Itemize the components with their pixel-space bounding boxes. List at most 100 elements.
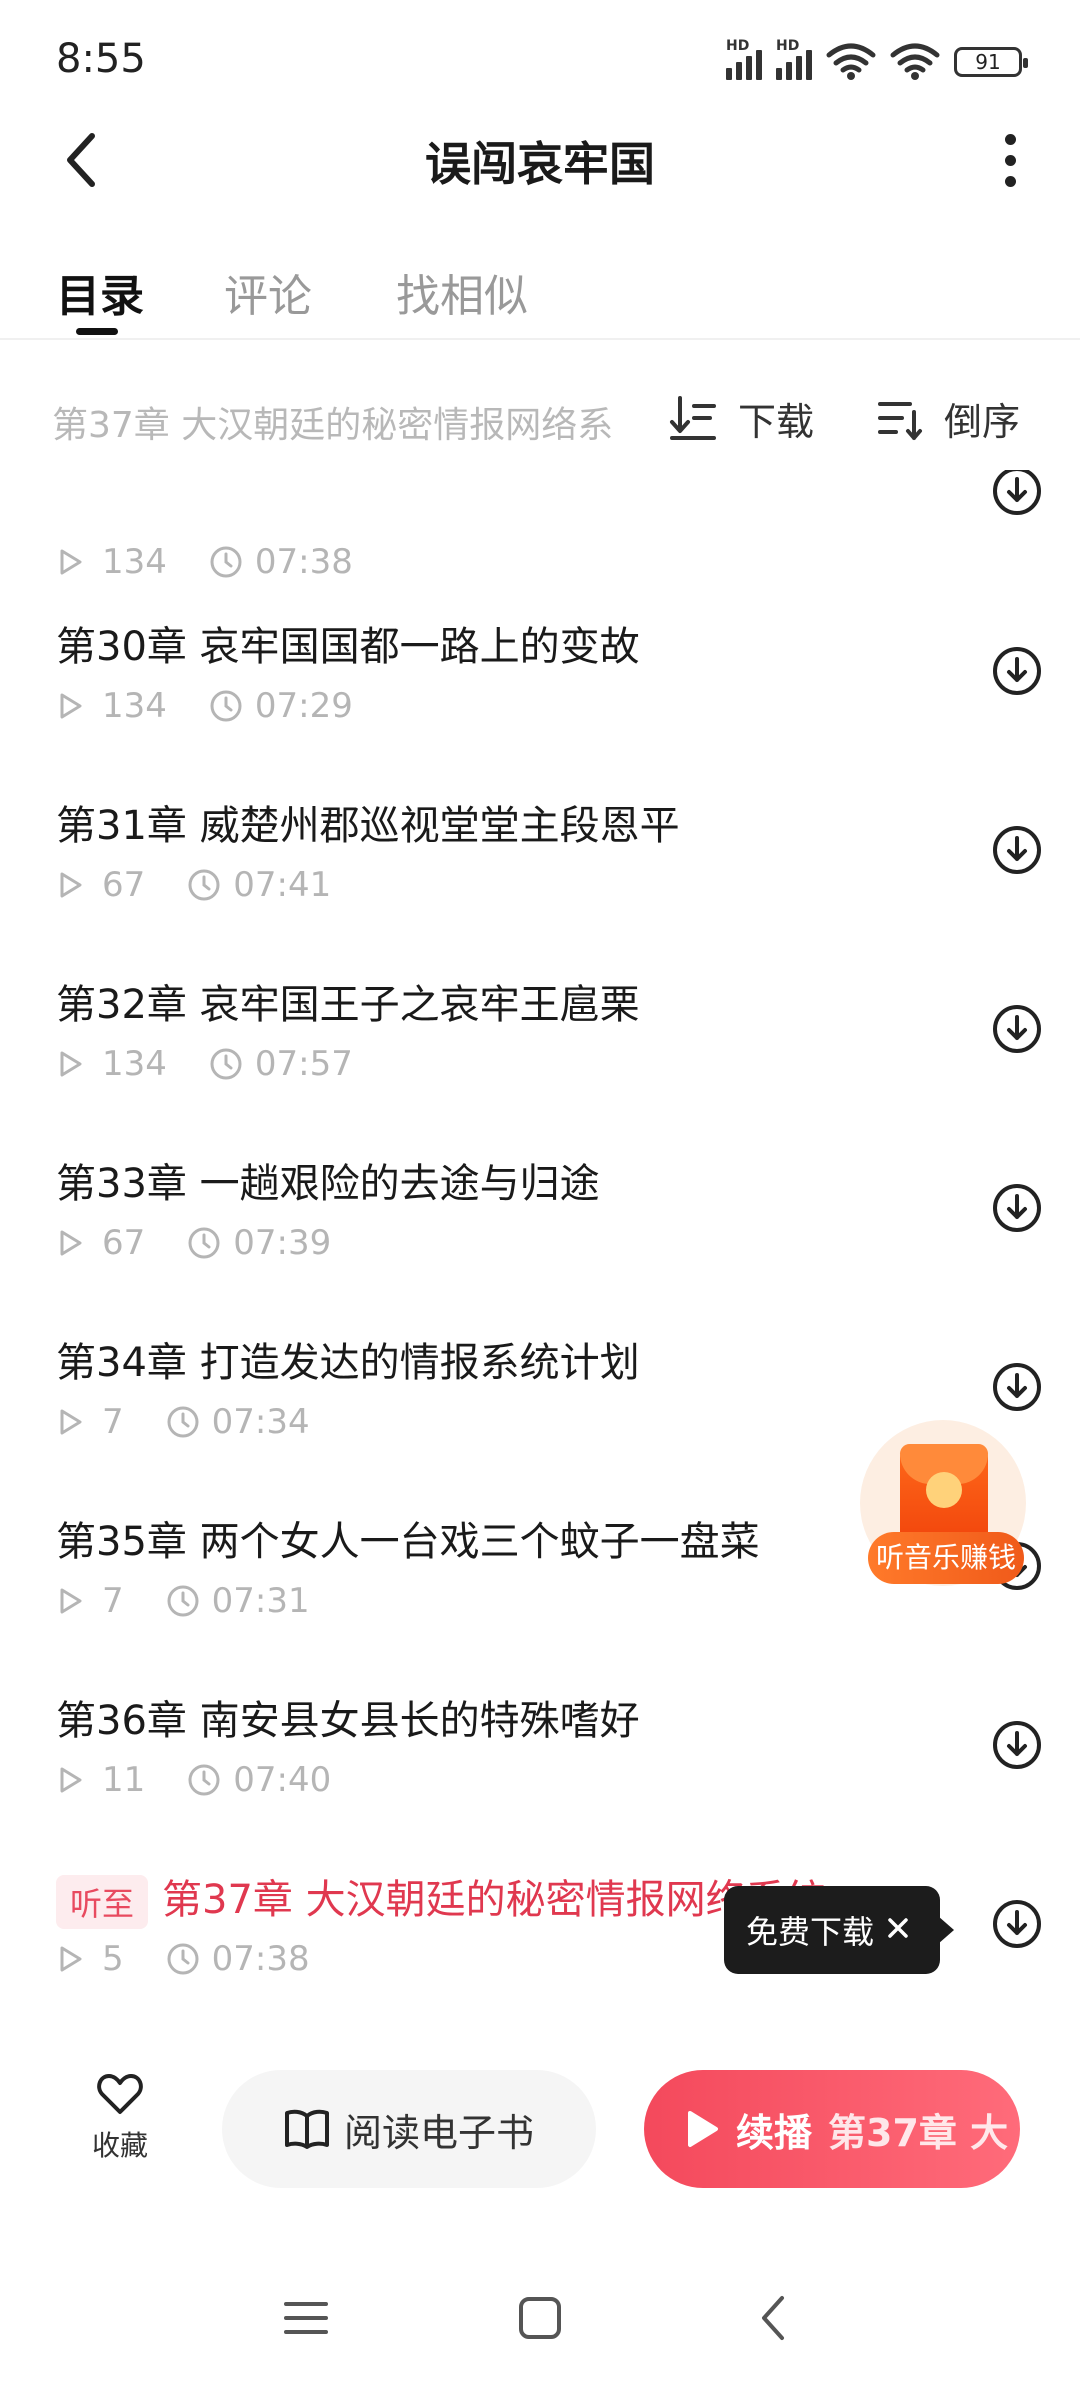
chapter-meta: 67 07:39	[56, 1223, 331, 1263]
list-item[interactable]: 第32章 哀牢国王子之哀牢王扈栗 134 07:57	[0, 972, 1080, 1151]
heart-icon	[97, 2074, 143, 2114]
play-count: 67	[102, 865, 146, 905]
download-icon[interactable]	[990, 470, 1044, 518]
status-time: 8:55	[56, 36, 146, 82]
chapter-title: 第32章 哀牢国王子之哀牢王扈栗	[56, 982, 640, 1028]
read-ebook-button[interactable]: 阅读电子书	[222, 2070, 596, 2188]
chapter-title: 第34章 打造发达的情报系统计划	[56, 1340, 640, 1386]
chapter-meta: 134 07:57	[56, 1044, 353, 1084]
tab-similar[interactable]: 找相似	[396, 260, 528, 324]
chapter-duration: 07:41	[233, 865, 332, 905]
page: 8:55 HD HD 91 误闯哀牢国 目录 评论 找相似 第37章 大汉朝廷的…	[0, 0, 1080, 2400]
book-icon	[284, 2109, 329, 2149]
tab-comments[interactable]: 评论	[224, 260, 312, 324]
chapter-meta: 7 07:34	[56, 1402, 310, 1442]
chapter-title: 第33章 一趟艰险的去途与归途	[56, 1161, 600, 1207]
list-item[interactable]: 第36章 南安县女县长的特殊嗜好 11 07:40	[0, 1688, 1080, 1867]
tab-indicator	[76, 328, 118, 335]
reward-label: 听音乐赚钱	[868, 1532, 1024, 1584]
download-icon[interactable]	[990, 1181, 1044, 1235]
cellular-signal-icon: HD	[726, 38, 762, 80]
chapter-duration: 07:31	[211, 1581, 310, 1621]
catalog-toolbar: 第37章 大汉朝廷的秘密情报网络系 下载 倒序	[0, 360, 1080, 480]
list-item[interactable]: 第31章 威楚州郡巡视堂堂主段恩平 67 07:41	[0, 793, 1080, 972]
chapter-duration: 07:57	[254, 1044, 353, 1084]
play-count: 134	[102, 1044, 167, 1084]
clock-icon	[167, 1943, 199, 1975]
cellular-signal-icon: HD	[776, 38, 812, 80]
download-icon[interactable]	[990, 1897, 1044, 1951]
play-count: 7	[102, 1581, 124, 1621]
clock-icon	[167, 1406, 199, 1438]
play-count-icon	[60, 549, 82, 575]
clock-icon	[188, 1227, 220, 1259]
resume-play-button[interactable]: 续播 第37章 大	[644, 2070, 1020, 2188]
menu-icon[interactable]	[276, 2288, 336, 2348]
chapter-duration: 07:38	[254, 542, 353, 582]
chapter-duration: 07:34	[211, 1402, 310, 1442]
list-item[interactable]: 第33章 一趟艰险的去途与归途 67 07:39	[0, 1151, 1080, 1330]
sort-label: 倒序	[944, 399, 1021, 444]
clock-icon	[167, 1585, 199, 1617]
resume-chapter: 第37章 大	[828, 2110, 1009, 2155]
chapter-meta: 67 07:41	[56, 865, 331, 905]
list-item[interactable]: 第30章 哀牢国国都一路上的变故 134 07:29	[0, 614, 1080, 793]
bottom-action-bar: 收藏 阅读电子书 续播 第37章 大	[0, 2060, 1080, 2190]
home-icon[interactable]	[510, 2288, 570, 2348]
chapter-title: 第35章 两个女人一台戏三个蚊子一盘菜	[56, 1519, 760, 1565]
download-icon[interactable]	[990, 644, 1044, 698]
chapter-title: 第36章 南安县女县长的特殊嗜好	[56, 1698, 640, 1744]
clock-icon	[188, 1764, 220, 1796]
wifi-icon	[890, 43, 940, 80]
chapter-meta: 134 07:38	[56, 542, 353, 582]
chapter-duration: 07:40	[233, 1760, 332, 1800]
play-count-icon	[60, 1230, 82, 1256]
tab-catalog[interactable]: 目录	[56, 260, 144, 324]
more-dot-icon	[1004, 154, 1016, 166]
back-nav-icon[interactable]	[744, 2288, 804, 2348]
more-options-button[interactable]	[980, 122, 1040, 198]
more-dot-icon	[1004, 133, 1016, 145]
download-icon[interactable]	[990, 1360, 1044, 1414]
clock-icon	[188, 869, 220, 901]
download-icon[interactable]	[990, 823, 1044, 877]
free-download-tooltip[interactable]: 免费下载	[724, 1886, 954, 1974]
clock-icon	[210, 1048, 242, 1080]
download-button[interactable]: 下载	[668, 390, 814, 446]
chapter-meta: 5 07:38	[56, 1939, 310, 1979]
tooltip-label: 免费下载	[746, 1913, 875, 1951]
battery-level: 91	[975, 50, 1001, 74]
download-icon[interactable]	[990, 1002, 1044, 1056]
favorite-button[interactable]: 收藏	[80, 2072, 160, 2164]
play-count: 134	[102, 542, 167, 582]
close-icon[interactable]	[878, 1908, 918, 1948]
play-count: 5	[102, 1939, 124, 1979]
list-item[interactable]: 134 07:38	[0, 470, 1080, 582]
read-ebook-label: 阅读电子书	[343, 2110, 534, 2155]
download-icon[interactable]	[990, 1718, 1044, 1772]
sort-button[interactable]: 倒序	[876, 390, 1020, 446]
current-chapter-hint[interactable]: 第37章 大汉朝廷的秘密情报网络系	[52, 396, 632, 448]
chapter-duration: 07:29	[254, 686, 353, 726]
chapter-title: 第30章 哀牢国国都一路上的变故	[56, 624, 640, 670]
play-count: 134	[102, 686, 167, 726]
play-count-icon	[60, 1767, 82, 1793]
download-list-icon	[670, 396, 716, 440]
chapter-duration: 07:39	[233, 1223, 332, 1263]
play-count: 7	[102, 1402, 124, 1442]
header: 误闯哀牢国	[0, 110, 1080, 210]
chapter-meta: 7 07:31	[56, 1581, 310, 1621]
more-dot-icon	[1004, 175, 1016, 187]
page-title: 误闯哀牢国	[425, 137, 655, 191]
favorite-label: 收藏	[91, 2129, 148, 2162]
status-icons: HD HD 91	[726, 38, 1028, 84]
music-reward-widget[interactable]: 听音乐赚钱	[860, 1420, 1030, 1590]
play-count: 11	[102, 1760, 146, 1800]
coin-icon	[926, 1472, 962, 1508]
battery-icon: 91	[954, 47, 1028, 77]
clock-icon	[210, 690, 242, 722]
chapter-list: 134 07:38 第30章 哀牢国国都一路上的变故 134 07:29 第31…	[0, 470, 1080, 2030]
play-count-icon	[60, 693, 82, 719]
chapter-meta: 11 07:40	[56, 1760, 331, 1800]
play-count-icon	[60, 1051, 82, 1077]
